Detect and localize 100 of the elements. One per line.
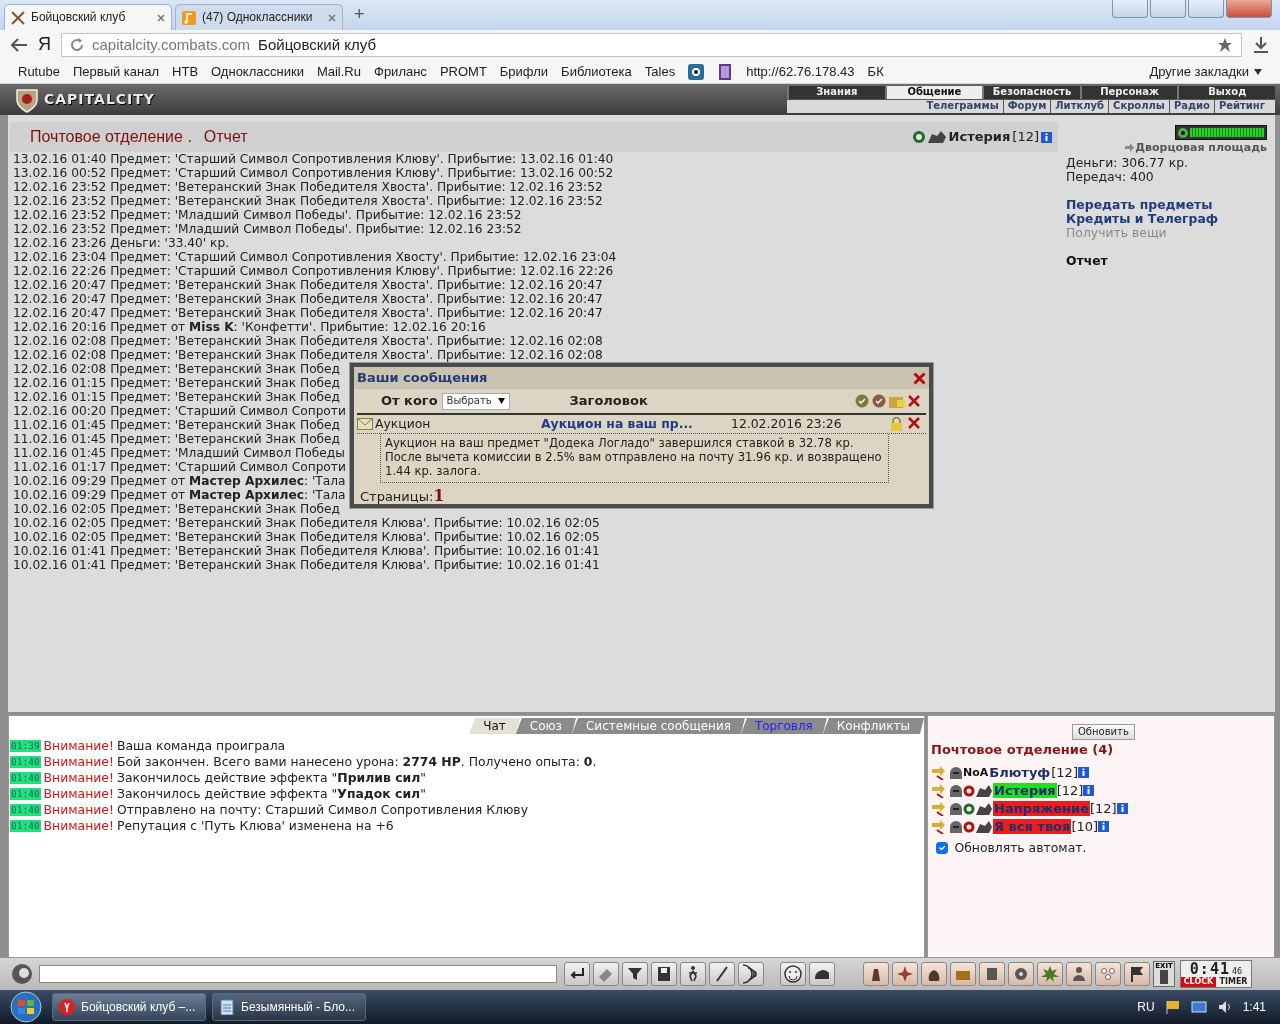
close-tab-icon[interactable] [328,13,336,22]
toolbar-button[interactable] [622,962,648,986]
other-bookmarks-button[interactable]: Другие закладки [1149,63,1249,80]
bookmark-link[interactable]: Фриланс [374,63,427,80]
refresh-button[interactable]: Обновить [1072,724,1135,740]
log-entry: 10.02.16 02:05 Предмет: 'Ветеранский Знак Побед [13,502,341,516]
message-row[interactable]: Аукцион Аукцион на ваш пр... 12.02.2016 23:26 [357,415,926,434]
info-icon[interactable] [1083,785,1095,797]
info-icon[interactable] [1098,821,1110,833]
clock-text[interactable]: 1:41 [1242,999,1266,1015]
submenu-link[interactable]: Форум [1002,100,1051,113]
toolbar-button[interactable] [863,962,889,986]
menu-tab[interactable]: Персонаж [1079,86,1178,99]
bookmark-link[interactable]: Библиотека [561,63,632,80]
bookmark-link[interactable]: БК [867,63,884,80]
menu-tab[interactable]: Общение [884,86,983,99]
bookmark-link[interactable]: PROMT [439,63,487,80]
browser-tab[interactable]: Бойцовский клуб [4,4,172,30]
subject-link[interactable]: Аукцион на ваш пр... [541,416,731,432]
info-icon[interactable] [1041,131,1052,143]
toolbar-button[interactable] [780,962,806,986]
address-bar[interactable]: capitalcity.combats.com Бойцовский клуб [61,33,1242,57]
chat-input[interactable] [39,965,557,983]
bookmark-link[interactable]: Rutube [18,63,60,80]
page-link[interactable]: 1 [433,486,445,505]
time-stamp: 01:39 [10,740,41,752]
submenu-link[interactable]: Скроллы [1108,100,1169,113]
maximize-button[interactable] [1188,0,1224,18]
menu-tab[interactable]: Безопасность [982,86,1080,99]
yandex-button[interactable]: Я [38,34,51,56]
bookmark-link[interactable]: Брифли [499,63,549,80]
toolbar-button[interactable] [1124,962,1150,986]
room-title: Почтовое отделение (4) [931,742,1115,758]
sender-dropdown[interactable]: Выбрать [441,392,510,410]
toolbar-button[interactable] [709,962,735,986]
user-name[interactable]: Истерия [948,129,1011,145]
menu-tab[interactable]: Выход [1177,86,1275,99]
user-name[interactable]: Истерия [993,782,1057,799]
chat-tab[interactable]: Чат [469,718,520,734]
bookmark-link[interactable]: Tales [644,63,676,80]
submenu-link[interactable]: Литклуб [1050,100,1109,113]
auto-refresh-checkbox[interactable] [936,841,949,855]
swords-icon [11,10,25,25]
toolbar-button[interactable] [809,962,835,986]
chat-message: Закончилось действие эффекта "Упадок сил" [116,786,426,802]
toolbar-button[interactable] [1066,962,1092,986]
close-tab-icon[interactable] [157,13,165,22]
log-entry: 12.02.16 23:26 Деньги: '33.40' кр. [13,236,230,250]
location-link[interactable]: Дворцовая площадь [1135,141,1267,155]
envelope-icon [357,418,373,430]
message-body: Аукцион на ваш предмет "Додека Логладо" завершился ставкой в 32.78 кр. После вычета комиссии в 2.5% вам отправлено на почту 31.96 кр. и возвращено 1.44 кр. залога. [380,434,889,483]
flag-icon[interactable] [1164,999,1181,1015]
download-icon[interactable] [1252,36,1270,54]
toolbar-button[interactable] [921,962,947,986]
menu-button[interactable] [1112,0,1148,18]
delete-icon[interactable] [908,417,920,429]
info-icon[interactable] [1077,767,1089,779]
log-entry: 11.02.16 01:45 Предмет: 'Ветеранский Знак Побед [13,432,341,446]
back-arrow-icon[interactable] [10,37,28,53]
submenu-link[interactable]: Рейтинг [1213,100,1269,113]
caret-icon[interactable] [1254,68,1262,75]
browser-tab[interactable]: (47) Одноклассники [175,4,343,30]
toolbar-button[interactable] [738,962,764,986]
round-check-icon[interactable] [855,394,869,408]
bookmark-link[interactable]: http://62.76.178.43 [746,63,855,80]
bookmark-link[interactable]: Первый канал [72,63,160,80]
close-icon[interactable] [913,371,926,385]
toolbar-button[interactable] [651,962,677,986]
eye-icon[interactable] [688,63,705,80]
toolbar-button[interactable] [1008,962,1034,986]
language-indicator[interactable]: RU [1137,999,1155,1015]
sidebar-link[interactable]: Отчет [1066,254,1267,269]
new-tab-button[interactable]: + [346,4,373,26]
menu-tab[interactable]: Знания [787,86,885,99]
delete-icon[interactable] [908,395,920,407]
toolbar-button[interactable] [979,962,1005,986]
time-stamp: 01:40 [10,804,41,816]
bookmark-link[interactable]: Mail.Ru [316,63,361,80]
bookmark-link[interactable]: Одноклассники [211,63,304,80]
taskbar-button[interactable]: Бойцовский клуб –... [52,993,206,1021]
sidebar-link[interactable]: Кредиты и Телеграф [1066,212,1267,227]
log-entry: 12.02.16 22:26 Предмет: 'Старший Символ Сопротивления Клюву'. Прибытие: 12.02.16 22:26 [13,264,614,278]
bookmark-link[interactable]: НТВ [172,63,199,80]
padlock-icon[interactable] [891,417,902,431]
toolbar-button[interactable] [680,962,706,986]
speaker-icon[interactable] [1216,999,1233,1015]
info-icon[interactable] [1116,803,1128,815]
minimize-button[interactable] [1150,0,1186,18]
taskbar-button[interactable]: Безымянный - Бло... [212,993,366,1021]
sidebar-link[interactable]: Передать предметы [1066,198,1267,213]
clock-tab[interactable]: CLOCK [1181,977,1216,987]
timer-tab[interactable]: TIMER [1216,977,1251,987]
submenu-link[interactable]: Радио [1168,100,1214,113]
submenu-link[interactable]: Телеграммы [922,100,1003,113]
toolbar-button[interactable] [564,962,590,986]
log-entry: 10.02.16 02:05 Предмет: 'Ветеранский Знак Победителя Клюва'. Прибытие: 10.02.16 02:05 [13,530,600,544]
notepad-icon [219,999,235,1015]
chat-message: Бой закончен. Всего вами нанесено урона: 2774 HP. Получено опыта: 0. [116,754,597,770]
round-check-icon[interactable] [872,394,886,408]
user-name[interactable]: Блютуф [988,764,1052,781]
